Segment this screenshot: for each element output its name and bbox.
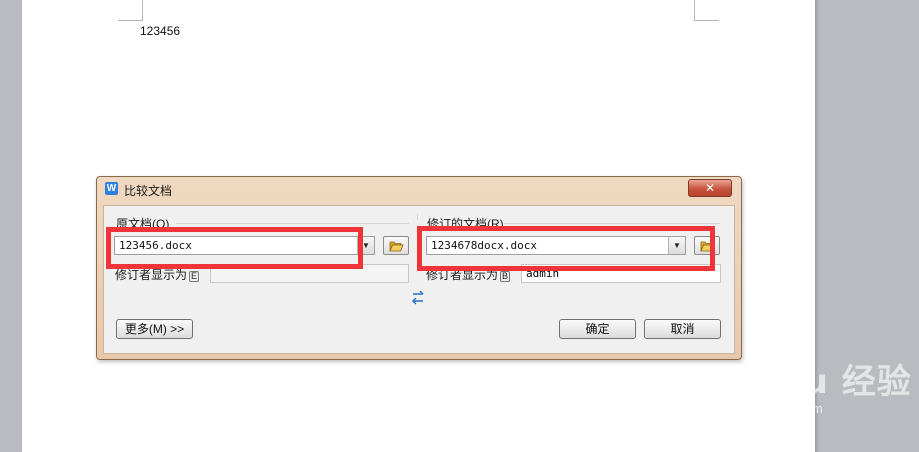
cancel-button[interactable]: 取消 (644, 319, 721, 339)
dialog-titlebar[interactable]: W 比较文档 ✕ (97, 177, 741, 199)
ok-button[interactable]: 确定 (559, 319, 636, 339)
browse-original-button[interactable] (383, 236, 409, 255)
watermark-logo-text: Bai du 经验 (702, 362, 912, 402)
document-text: 123456 (140, 24, 181, 38)
margin-corner-left (118, 0, 143, 21)
baidu-jingyan-watermark: Bai du 经验 jingyan.baidu.com (702, 354, 912, 416)
wps-writer-icon: W (105, 182, 118, 195)
dialog-title: 比较文档 (124, 184, 173, 198)
highlight-original-select (106, 227, 363, 269)
swap-documents-icon[interactable] (410, 289, 426, 307)
close-button[interactable]: ✕ (688, 179, 732, 197)
highlight-revised-select (417, 226, 715, 271)
open-folder-icon (389, 241, 404, 252)
more-options-button[interactable]: 更多(M) >> (116, 319, 193, 339)
revised-group-line (504, 223, 720, 224)
margin-corner-right (694, 0, 719, 21)
original-group-line (176, 223, 409, 224)
revised-group-tick (417, 214, 418, 220)
watermark-url: jingyan.baidu.com (702, 401, 824, 416)
